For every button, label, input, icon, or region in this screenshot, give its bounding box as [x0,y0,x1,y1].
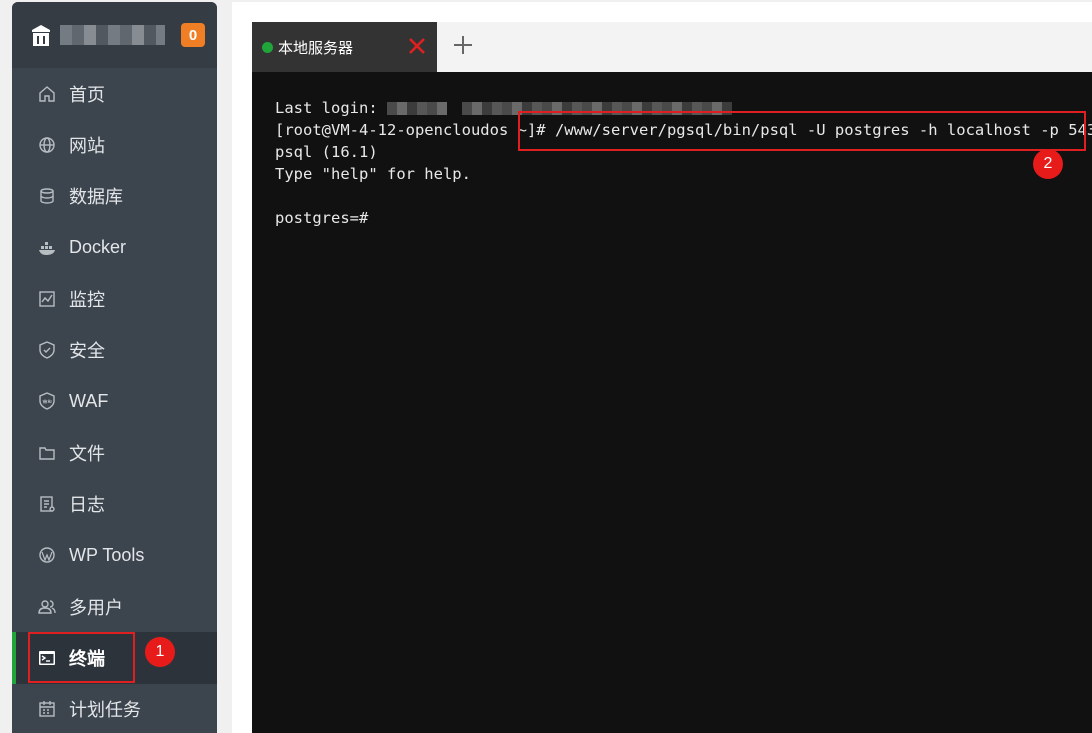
docker-icon [38,239,56,257]
annotation-marker-1: 1 [145,637,175,667]
redacted-text [386,102,447,115]
log-icon [38,495,56,513]
close-icon[interactable] [407,36,427,56]
sidebar-item-cron[interactable]: 计划任务 [12,684,217,733]
sidebar-item-files[interactable]: 文件 [12,427,217,478]
sidebar-item-label: 首页 [69,84,105,105]
last-login-text: Last login: [275,99,387,117]
annotation-marker-2: 2 [1033,149,1063,179]
sidebar-item-label: 文件 [69,443,105,464]
sidebar-header: 0 [12,2,217,68]
add-tab-button[interactable] [437,22,489,72]
sidebar: 0 首页 网站 数据库 Docker 监控 安全 WAF 文件 日志 WP To… [12,2,217,733]
terminal-tabbar: 本地服务器 [252,22,1092,72]
sidebar-item-label: Docker [69,237,127,258]
shell-prompt: [root@VM-4-12-opencloudos ~ [275,121,527,139]
tab-label: 本地服务器 [278,39,354,57]
terminal-line-psql-prompt: postgres=# [275,209,369,227]
plus-icon [452,34,474,61]
monitor-icon [38,290,56,308]
sidebar-item-home[interactable]: 首页 [12,68,217,119]
sidebar-item-waf[interactable]: WAF [12,376,217,427]
server-name-redacted [60,25,165,45]
sidebar-item-database[interactable]: 数据库 [12,171,217,222]
folder-icon [38,444,56,462]
calendar-icon [38,700,56,718]
shield-icon [38,341,56,359]
sidebar-item-label: 多用户 [69,597,123,618]
sidebar-item-security[interactable]: 安全 [12,324,217,375]
status-dot-icon [262,41,273,53]
home-icon [38,85,56,103]
sidebar-item-label: WP Tools [69,544,145,565]
globe-icon [38,136,56,154]
users-icon [38,598,56,616]
wordpress-icon [38,546,56,564]
app-logo-icon[interactable] [30,23,52,47]
annotation-box-terminal [28,632,135,683]
sidebar-item-docker[interactable]: Docker [12,222,217,273]
sidebar-item-label: WAF [69,390,109,411]
sidebar-item-logs[interactable]: 日志 [12,478,217,529]
sidebar-item-wp-tools[interactable]: WP Tools [12,530,217,581]
sidebar-item-label: 数据库 [69,187,123,208]
sidebar-item-label: 日志 [69,495,105,516]
sidebar-item-website[interactable]: 网站 [12,119,217,170]
waf-shield-icon [38,392,56,411]
sidebar-item-label: 监控 [69,289,105,310]
annotation-box-command [518,111,1086,151]
sidebar-item-monitor[interactable]: 监控 [12,273,217,324]
sidebar-item-multi-user[interactable]: 多用户 [12,581,217,632]
sidebar-item-label: 安全 [69,341,105,362]
sidebar-item-label: 网站 [69,135,105,156]
notification-badge[interactable]: 0 [181,23,205,47]
sidebar-item-label: 计划任务 [69,700,141,721]
terminal-line-help: Type "help" for help. [275,165,471,183]
database-icon [38,187,56,205]
tab-local-server[interactable]: 本地服务器 [252,22,437,72]
